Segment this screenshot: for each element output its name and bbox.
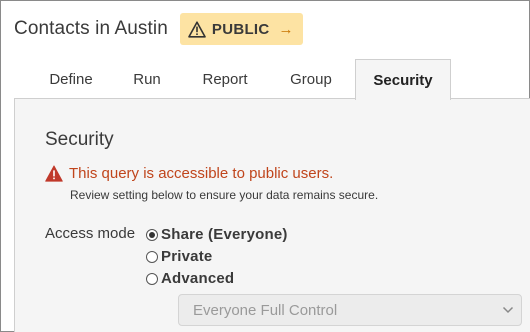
tab-report[interactable]: Report [182,59,268,99]
radio-button[interactable] [146,228,158,241]
section-title: Security [45,129,114,150]
tab-security[interactable]: Security [355,59,451,100]
radio-share-everyone[interactable]: Share (Everyone) [146,226,288,243]
security-panel: Security This query is accessible to pub… [14,98,530,332]
tab-label: Security [373,71,433,89]
tab-run[interactable]: Run [116,59,178,99]
alert-subtext: Review setting below to ensure your data… [70,188,379,202]
public-badge-button[interactable]: PUBLIC → [179,13,303,45]
tab-label: Report [202,70,248,88]
tab-define[interactable]: Define [26,59,116,99]
alert-message: This query is accessible to public users… [69,165,334,182]
public-badge-label: PUBLIC [211,20,270,38]
radio-button[interactable] [146,250,158,263]
radio-label: Advanced [161,270,235,287]
page-title: Contacts in Austin [14,18,168,39]
tab-label: Define [49,70,93,88]
window-frame: Contacts in Austin PUBLIC → Define Run R… [0,0,530,332]
permission-select[interactable]: Everyone Full Control [178,294,522,326]
tab-label: Run [133,70,161,88]
chevron-down-icon [502,306,514,314]
header: Contacts in Austin PUBLIC → [14,13,303,45]
tab-group[interactable]: Group [270,59,352,99]
arrow-right-icon: → [278,20,294,38]
tab-bar: Define Run Report Group Security [14,59,530,100]
public-alert: This query is accessible to public users… [45,165,333,182]
warning-triangle-icon [45,165,63,182]
permission-select-value: Everyone Full Control [193,301,338,319]
radio-label: Private [161,248,213,265]
tab-label: Group [290,70,332,88]
radio-button[interactable] [146,272,158,285]
warning-triangle-icon [188,20,206,38]
radio-private[interactable]: Private [146,248,212,265]
radio-label: Share (Everyone) [161,226,288,243]
access-mode-label: Access mode [45,225,136,242]
radio-advanced[interactable]: Advanced [146,270,234,287]
